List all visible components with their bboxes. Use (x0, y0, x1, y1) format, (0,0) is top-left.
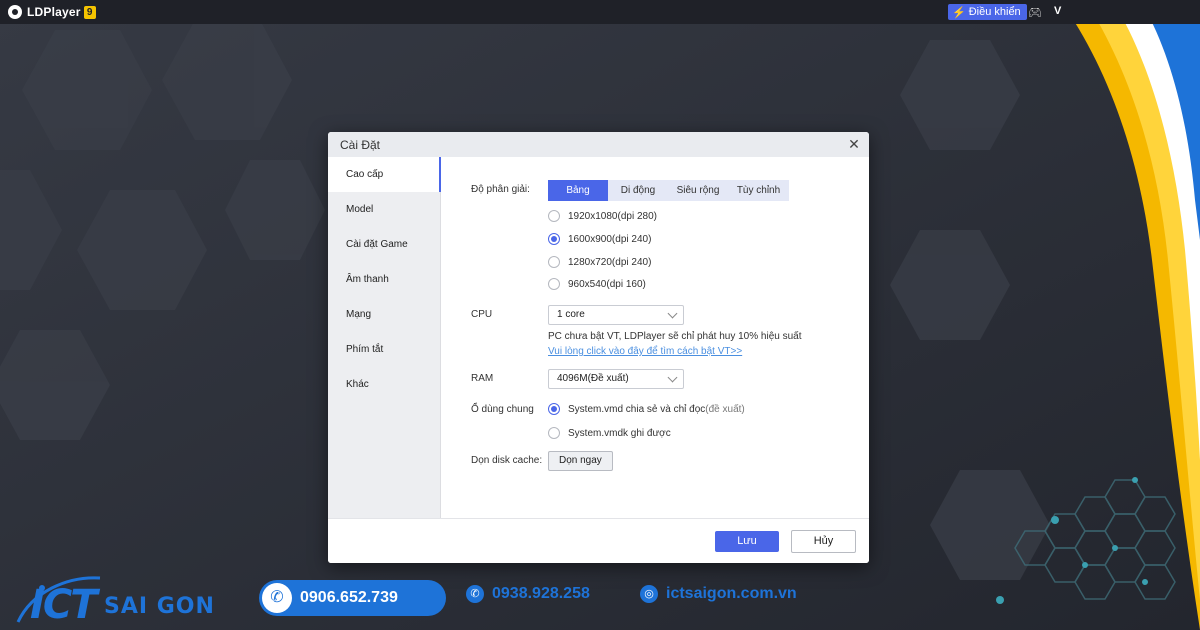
app-logo: LDPlayer 9 (8, 5, 96, 19)
disk-cache-label: Dọn disk cache: (471, 455, 543, 466)
sidebar-item-advanced[interactable]: Cao cấp (328, 157, 441, 192)
tab-custom[interactable]: Tùy chỉnh (728, 180, 789, 201)
tab-ultrawide[interactable]: Siêu rộng (668, 180, 728, 201)
vt-warning-text: PC chưa bật VT, LDPlayer sẽ chỉ phát huy… (548, 331, 802, 342)
radio-button-checked[interactable] (548, 403, 560, 415)
settings-sidebar: Cao cấp Model Cài đặt Game Âm thanh Mạng… (328, 157, 441, 518)
app-name: LDPlayer (27, 5, 81, 19)
close-icon[interactable]: ✕ (847, 136, 861, 152)
resolution-option-label: 1920x1080(dpi 280) (568, 210, 657, 222)
shared-disk-label: Ổ dùng chung (471, 404, 534, 415)
dialog-header: Cài Đặt ✕ (328, 132, 869, 157)
ict-saigon-logo: ICT SAI GON (12, 572, 222, 628)
radio-button[interactable] (548, 427, 560, 439)
version-badge: 9 (83, 5, 96, 19)
tab-tablet[interactable]: Bảng (548, 180, 608, 201)
logo-saigon-text: SAI GON (104, 594, 215, 619)
resolution-label: Độ phân giải: (471, 184, 530, 195)
resolution-option-1920[interactable]: 1920x1080(dpi 280) (548, 210, 657, 222)
clean-cache-button[interactable]: Dọn ngay (548, 451, 613, 471)
phone-icon: ✆ (262, 583, 292, 613)
resolution-option-label: 960x540(dpi 160) (568, 278, 646, 290)
ram-select[interactable]: 4096M(Đề xuất) (548, 369, 684, 389)
website-contact[interactable]: ◎ ictsaigon.com.vn (640, 585, 797, 603)
lightning-icon: ⚡ (952, 6, 966, 19)
radio-button[interactable] (548, 278, 560, 290)
sidebar-item-shortcuts[interactable]: Phím tắt (328, 332, 440, 367)
ldplayer-logo-icon (8, 5, 22, 19)
radio-button[interactable] (548, 256, 560, 268)
website-text: ictsaigon.com.vn (666, 585, 797, 602)
dialog-footer: Lưu Hủy (328, 518, 869, 563)
secondary-phone[interactable]: ✆ 0938.928.258 (466, 585, 590, 603)
save-button[interactable]: Lưu (715, 531, 779, 552)
control-button[interactable]: ⚡ Điều khiển (948, 4, 1027, 20)
cpu-label: CPU (471, 309, 493, 320)
logo-ict-text: ICT (30, 582, 98, 628)
resolution-option-1600[interactable]: 1600x900(dpi 240) (548, 233, 651, 245)
cpu-select-value: 1 core (557, 309, 585, 320)
sidebar-item-model[interactable]: Model (328, 192, 440, 227)
primary-phone-number: 0906.652.739 (300, 589, 398, 606)
phone-icon: ✆ (466, 585, 484, 603)
enable-vt-link[interactable]: Vui lòng click vào đây để tìm cách bật V… (548, 346, 742, 357)
gamepad-icon[interactable]: 🎮︎ (1028, 6, 1042, 19)
user-initial[interactable]: V (1054, 5, 1061, 17)
resolution-tabs: Bảng Di động Siêu rộng Tùy chỉnh (548, 180, 789, 201)
ram-select-value: 4096M(Đề xuất) (557, 373, 629, 384)
settings-dialog: Cài Đặt ✕ Cao cấp Model Cài đặt Game Âm … (328, 132, 869, 563)
disk-option-label: System.vmdk ghi được (568, 427, 671, 439)
control-button-label: Điều khiển (968, 6, 1021, 18)
ram-label: RAM (471, 373, 494, 384)
globe-icon: ◎ (640, 585, 658, 603)
radio-button-checked[interactable] (548, 233, 560, 245)
chevron-down-icon (667, 308, 678, 319)
resolution-option-1280[interactable]: 1280x720(dpi 240) (548, 256, 651, 268)
disk-option-suffix: (đề xuất) (705, 403, 745, 415)
resolution-option-960[interactable]: 960x540(dpi 160) (548, 278, 646, 290)
secondary-phone-number: 0938.928.258 (492, 585, 590, 602)
resolution-option-label: 1280x720(dpi 240) (568, 256, 652, 268)
resolution-option-label: 1600x900(dpi 240) (568, 233, 652, 245)
sidebar-item-other[interactable]: Khác (328, 367, 440, 402)
tab-mobile[interactable]: Di động (608, 180, 668, 201)
disk-option-readonly[interactable]: System.vmd chia sẻ và chỉ đọc (đề xuất) (548, 403, 745, 415)
cancel-button[interactable]: Hủy (791, 530, 856, 553)
chevron-down-icon (667, 372, 678, 383)
settings-content: Độ phân giải: Bảng Di động Siêu rộng Tùy… (441, 157, 869, 518)
sidebar-item-network[interactable]: Mạng (328, 297, 440, 332)
sidebar-item-sound[interactable]: Âm thanh (328, 262, 440, 297)
disk-option-label: System.vmd chia sẻ và chỉ đọc (568, 403, 706, 415)
title-bar: LDPlayer 9 ⚡ Điều khiển 🎮︎ V (0, 0, 1200, 24)
primary-phone-pill[interactable]: ✆ 0906.652.739 (259, 580, 446, 616)
disk-option-writable[interactable]: System.vmdk ghi được (548, 427, 671, 439)
sidebar-item-game-settings[interactable]: Cài đặt Game (328, 227, 440, 262)
dialog-title: Cài Đặt (340, 137, 381, 152)
radio-button[interactable] (548, 210, 560, 222)
cpu-select[interactable]: 1 core (548, 305, 684, 325)
